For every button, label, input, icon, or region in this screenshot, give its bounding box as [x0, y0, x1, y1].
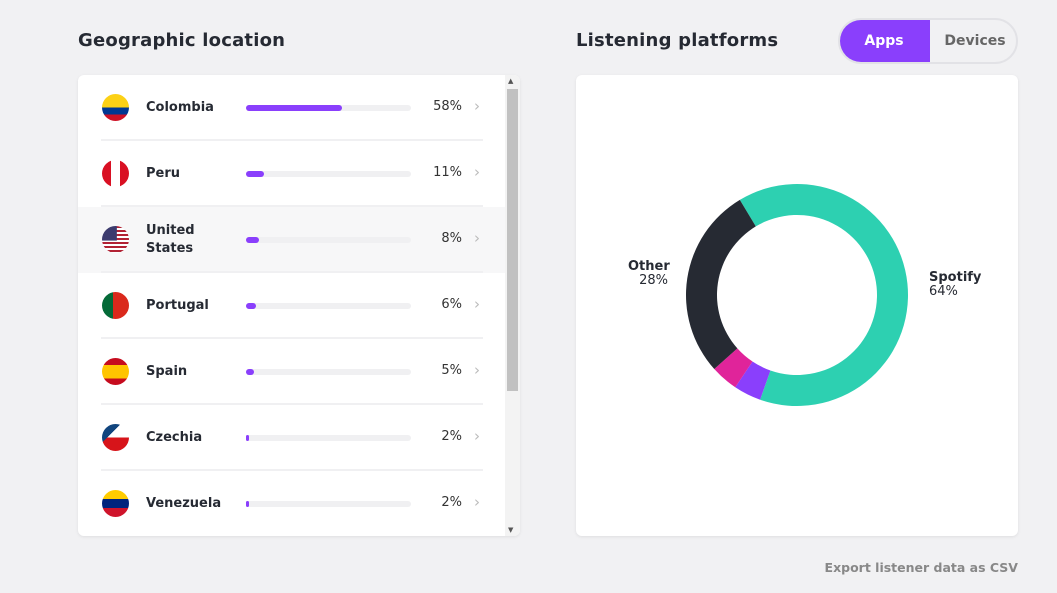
- country-row[interactable]: Czechia 2% ›: [78, 405, 505, 471]
- country-row[interactable]: Colombia 58% ›: [78, 75, 505, 141]
- donut-chart: [686, 184, 908, 406]
- platforms-card: Other 28% Spotify 64%: [576, 75, 1018, 536]
- country-pct: 6%: [441, 297, 462, 312]
- donut-slice-other: [686, 199, 756, 369]
- country-name: United States: [146, 223, 195, 256]
- country-row[interactable]: Venezuela 2% ›: [78, 471, 505, 536]
- country-row[interactable]: Peru 11% ›: [78, 141, 505, 207]
- spotify-pct: 64%: [929, 284, 958, 299]
- country-row[interactable]: Portugal 6% ›: [78, 273, 505, 339]
- other-pct: 28%: [639, 273, 668, 288]
- geo-title: Geographic location: [78, 30, 286, 51]
- country-row[interactable]: United States 8% ›: [78, 207, 505, 273]
- flag-colombia-icon: [102, 94, 129, 121]
- chevron-right-icon[interactable]: ›: [474, 229, 480, 247]
- share-bar: [246, 237, 411, 243]
- chevron-right-icon[interactable]: ›: [474, 163, 480, 181]
- scrollbar[interactable]: ▲ ▼: [505, 75, 520, 536]
- tab-apps[interactable]: Apps: [840, 20, 930, 62]
- scrollbar-thumb[interactable]: [507, 89, 518, 391]
- country-pct: 2%: [441, 495, 462, 510]
- country-name: Spain: [146, 364, 188, 379]
- flag-usa-icon: [102, 226, 129, 253]
- chevron-right-icon[interactable]: ›: [474, 97, 480, 115]
- country-pct: 11%: [433, 165, 462, 180]
- other-label: Other 28%: [628, 259, 670, 288]
- scroll-down-icon[interactable]: ▼: [508, 526, 513, 534]
- country-name: Venezuela: [146, 496, 222, 511]
- country-pct: 58%: [433, 99, 462, 114]
- country-name: Czechia: [146, 430, 203, 445]
- other-name: Other: [628, 259, 670, 274]
- platforms-title: Listening platforms: [576, 30, 779, 51]
- chevron-right-icon[interactable]: ›: [474, 361, 480, 379]
- share-bar: [246, 303, 411, 309]
- export-csv-link[interactable]: Export listener data as CSV: [825, 560, 1018, 575]
- flag-peru-icon: [102, 160, 129, 187]
- scroll-up-icon[interactable]: ▲: [508, 77, 513, 85]
- flag-venezuela-icon: [102, 490, 129, 517]
- country-pct: 8%: [441, 231, 462, 246]
- share-bar: [246, 105, 411, 111]
- share-bar: [246, 435, 411, 441]
- share-bar: [246, 171, 411, 177]
- chevron-right-icon[interactable]: ›: [474, 295, 480, 313]
- country-row[interactable]: Spain 5% ›: [78, 339, 505, 405]
- share-bar: [246, 501, 411, 507]
- geo-list: Colombia 58% › Peru 11% › United States …: [78, 75, 520, 536]
- country-pct: 2%: [441, 429, 462, 444]
- flag-portugal-icon: [102, 292, 129, 319]
- spotify-name: Spotify: [929, 270, 982, 285]
- tab-devices[interactable]: Devices: [930, 20, 1016, 62]
- country-name: Portugal: [146, 298, 209, 313]
- country-name: Colombia: [146, 100, 214, 115]
- platform-toggle: Apps Devices: [838, 18, 1018, 64]
- chevron-right-icon[interactable]: ›: [474, 493, 480, 511]
- country-pct: 5%: [441, 363, 462, 378]
- flag-spain-icon: [102, 358, 129, 385]
- country-name: Peru: [146, 166, 181, 181]
- flag-czechia-icon: [102, 424, 129, 451]
- chevron-right-icon[interactable]: ›: [474, 427, 480, 445]
- spotify-label: Spotify 64%: [929, 271, 981, 299]
- share-bar: [246, 369, 411, 375]
